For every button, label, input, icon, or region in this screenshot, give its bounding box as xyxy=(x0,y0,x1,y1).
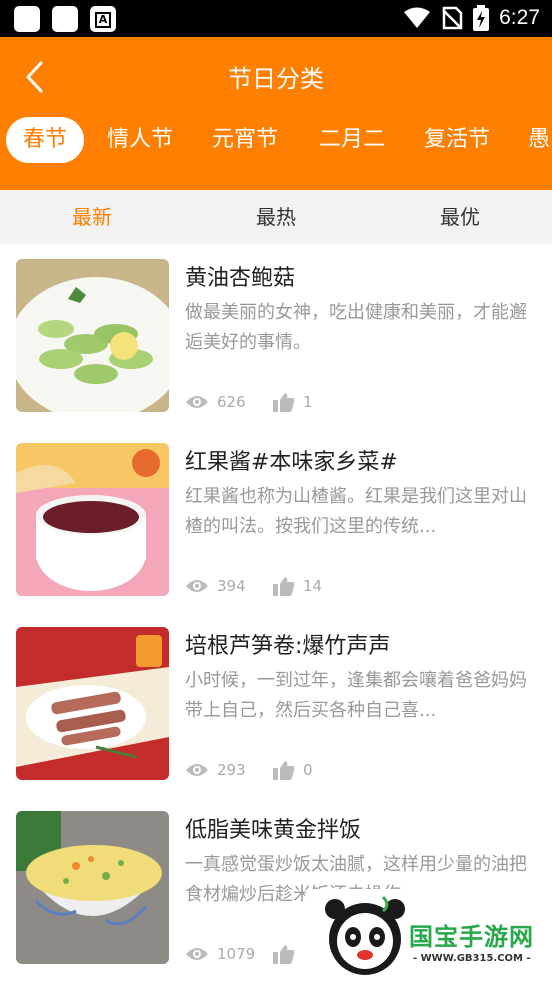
recipe-description: 做最美丽的女神，吃出健康和美丽，才能邂逅美好的事情。 xyxy=(185,302,527,353)
recipe-stats: 394 14 xyxy=(185,576,322,596)
view-count: 394 xyxy=(217,577,246,595)
recipe-thumbnail xyxy=(16,259,169,412)
recipe-title: 黄油杏鲍菇 xyxy=(185,266,296,291)
app-bar: 节日分类 春节 情人节 元宵节 二月二 复活节 愚 xyxy=(0,37,552,190)
system-icons: 6:27 xyxy=(403,5,540,31)
tab-easter[interactable]: 复活节 xyxy=(415,117,499,163)
watermark-brand: 国宝手游网 xyxy=(409,923,534,951)
recipe-thumbnail xyxy=(16,811,169,964)
watermark-url: - WWW.GB315.COM - xyxy=(413,953,531,964)
like-count: 14 xyxy=(303,577,323,595)
sort-bar: 最新 最热 最优 xyxy=(0,190,552,244)
recipe-title: 红果酱#本味家乡菜# xyxy=(185,450,398,475)
notification-icon xyxy=(52,6,78,32)
sort-hottest[interactable]: 最热 xyxy=(216,190,336,244)
keyboard-icon: A xyxy=(90,6,116,32)
status-bar: A 6:27 xyxy=(0,0,552,37)
recipe-stats: 293 0 xyxy=(185,760,313,780)
recipe-thumbnail xyxy=(16,443,169,596)
festival-tabs: 春节 情人节 元宵节 二月二 复活节 愚 xyxy=(0,117,552,165)
battery-charging-icon xyxy=(473,5,490,31)
tab-valentines-day[interactable]: 情人节 xyxy=(98,117,182,163)
eye-icon xyxy=(186,948,208,960)
tab-eryueer[interactable]: 二月二 xyxy=(310,117,394,163)
tab-lantern-festival[interactable]: 元宵节 xyxy=(203,117,287,163)
eye-icon xyxy=(186,580,208,592)
sort-newest[interactable]: 最新 xyxy=(32,190,152,244)
thumbs-up-icon xyxy=(273,577,295,596)
clock: 6:27 xyxy=(499,6,540,29)
eye-icon xyxy=(186,764,208,776)
view-count: 293 xyxy=(217,761,246,779)
eye-icon xyxy=(186,396,208,408)
tab-april-fools[interactable]: 愚 xyxy=(528,117,552,163)
recipe-stats: 1079 xyxy=(185,944,303,964)
recipe-thumbnail xyxy=(16,627,169,780)
like-count: 1 xyxy=(303,393,313,411)
panda-logo-icon xyxy=(325,895,405,975)
watermark: 国宝手游网 - WWW.GB315.COM - xyxy=(305,889,552,981)
sort-best[interactable]: 最优 xyxy=(400,190,520,244)
thumbs-up-icon xyxy=(273,393,295,412)
no-sim-icon xyxy=(442,6,463,30)
view-count: 1079 xyxy=(217,945,256,963)
thumbs-up-icon xyxy=(273,761,295,780)
page-title: 节日分类 xyxy=(228,65,324,93)
recipe-description: 小时候，一到过年，逢集都会嚷着爸爸妈妈带上自己，然后买各种自己喜... xyxy=(185,670,527,721)
recipe-title: 培根芦笋卷:爆竹声声 xyxy=(185,634,391,659)
notification-icon xyxy=(14,6,40,32)
recipe-item[interactable]: 培根芦笋卷:爆竹声声 小时候，一到过年，逢集都会嚷着爸爸妈妈带上自己，然后买各种… xyxy=(0,612,552,796)
thumbs-up-icon xyxy=(273,945,295,964)
recipe-stats: 626 1 xyxy=(185,392,313,412)
tab-spring-festival[interactable]: 春节 xyxy=(6,117,84,163)
wifi-icon xyxy=(404,7,431,28)
recipe-description: 红果酱也称为山楂酱。红果是我们这里对山楂的叫法。按我们这里的传统... xyxy=(185,486,527,537)
like-count: 0 xyxy=(303,761,313,779)
recipe-item[interactable]: 红果酱#本味家乡菜# 红果酱也称为山楂酱。红果是我们这里对山楂的叫法。按我们这里… xyxy=(0,428,552,612)
view-count: 626 xyxy=(217,393,246,411)
recipe-title: 低脂美味黄金拌饭 xyxy=(185,818,362,843)
notification-icons: A xyxy=(14,6,116,32)
recipe-item[interactable]: 黄油杏鲍菇 做最美丽的女神，吃出健康和美丽，才能邂逅美好的事情。 626 1 xyxy=(0,244,552,428)
